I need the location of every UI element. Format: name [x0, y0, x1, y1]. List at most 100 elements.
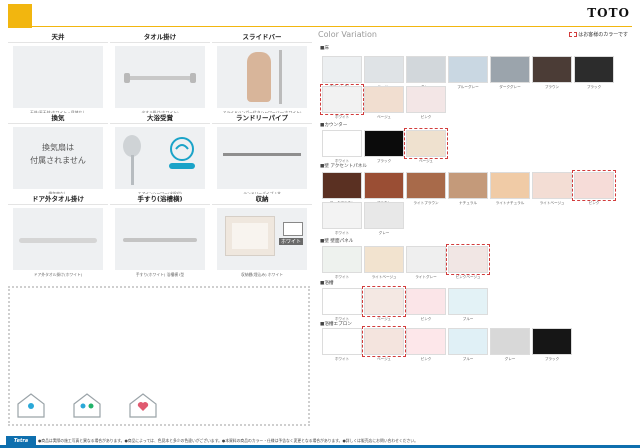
option-card-laundry: ランドリーパイプ ランドリーパイプ 1本 — [212, 113, 312, 197]
fan-text-line1: 換気扇は — [42, 143, 74, 152]
color-swatch[interactable]: ピンク — [406, 328, 446, 362]
swatch-name: グレー — [378, 231, 390, 235]
color-swatch[interactable]: ピンクベージュ — [446, 244, 490, 280]
swatch-chip — [322, 172, 362, 199]
color-swatch[interactable]: ピンク — [406, 86, 446, 120]
accent-square — [8, 4, 32, 28]
color-swatch[interactable]: ピンク — [406, 288, 446, 322]
color-swatch[interactable]: ホワイト — [322, 288, 362, 322]
color-swatch[interactable]: ブラック — [532, 328, 572, 362]
swatch-chip — [364, 130, 404, 157]
swatch-chip — [572, 170, 616, 201]
color-swatch[interactable]: ホワイトグレー — [322, 56, 362, 90]
swatch-chip — [320, 84, 364, 115]
swatch-chip — [406, 288, 446, 315]
option-card-ventilation: 換気 換気扇は付属されません 換気扇なし — [8, 113, 108, 197]
swatch-chip — [490, 56, 530, 83]
eco-shower-logo-icon — [169, 137, 195, 169]
swatch-chip — [404, 128, 448, 159]
color-swatch[interactable]: ダークグレー — [490, 56, 530, 90]
header-rule — [32, 26, 632, 27]
swatch-name: ホワイト — [334, 231, 350, 235]
laundry-pipe-photo — [217, 127, 307, 189]
memo-area — [8, 286, 310, 426]
swatch-chip — [532, 172, 572, 199]
option-card-door-towel: ドア外タオル掛け ドア外タオル掛け(ホワイト) — [8, 194, 108, 278]
color-swatch[interactable]: ライトグレー — [406, 246, 446, 280]
fan-text-line2: 付属されません — [30, 156, 86, 165]
color-variation-note: はお客様のカラーです — [569, 31, 628, 38]
color-swatch[interactable]: ブラック — [574, 56, 614, 90]
color-swatch[interactable]: ナチュラル — [448, 172, 488, 206]
color-swatch[interactable]: ベージュ — [362, 286, 406, 322]
swatch-name: ベージュ — [376, 317, 392, 321]
color-swatch[interactable]: ベージュ — [404, 128, 448, 164]
color-swatch[interactable]: ライトベージュ — [364, 246, 404, 280]
swatch-name: ピンク — [420, 115, 432, 119]
swatch-section-label: ■壁 壁面パネル — [320, 239, 354, 244]
swatch-section-label: ■カウンター — [320, 123, 348, 128]
swatch-chip — [406, 328, 446, 355]
color-swatch[interactable]: ホワイト — [322, 202, 362, 236]
swatch-chip — [406, 86, 446, 113]
color-swatch[interactable]: ブルー — [448, 328, 488, 362]
color-swatch[interactable]: ダークブラウン — [322, 172, 362, 206]
storage-swatch-label: ホワイト — [279, 238, 304, 245]
option-title: 収納 — [212, 194, 312, 205]
ceiling-photo — [13, 46, 103, 108]
swatch-name: ベージュ — [376, 115, 392, 119]
option-title: 大浴受賞 — [110, 113, 210, 124]
swatch-name: ホワイト — [334, 357, 350, 361]
swatch-chip — [364, 202, 404, 229]
color-swatch[interactable]: ホワイト — [322, 328, 362, 362]
color-swatch[interactable]: ライトベージュ — [532, 172, 572, 206]
swatch-name: ライトベージュ — [371, 275, 397, 279]
swatch-chip — [490, 328, 530, 355]
swatch-chip — [364, 86, 404, 113]
color-swatch[interactable]: ベージュ — [362, 326, 406, 362]
swatch-name: ライトブラウン — [413, 201, 439, 205]
color-swatch[interactable]: ホワイト — [322, 130, 362, 164]
swatch-name: ピンク — [588, 201, 600, 205]
color-variation-title: Color Variation — [318, 30, 377, 39]
swatch-name: ブラック — [544, 357, 560, 361]
swatch-name: ピンクベージュ — [455, 275, 481, 279]
color-swatch[interactable]: ブラウン — [364, 172, 404, 206]
color-swatch[interactable]: ピンク — [572, 170, 616, 206]
swatch-chip — [362, 286, 406, 317]
swatch-name: ブルー — [462, 357, 474, 361]
color-swatch[interactable]: グレー — [364, 202, 404, 236]
swatch-chip — [448, 56, 488, 83]
door-towel-photo — [13, 208, 103, 270]
swatch-chip — [448, 288, 488, 315]
color-swatch[interactable]: ブラウン — [532, 56, 572, 90]
color-swatch[interactable]: ライトブラウン — [406, 172, 446, 206]
swatch-chip — [406, 172, 446, 199]
color-swatch[interactable]: グレー — [406, 56, 446, 90]
swatch-section-label: ■壁 アクセントパネル — [320, 164, 367, 169]
option-caption: ドア外タオル掛け(ホワイト) — [33, 272, 83, 277]
swatch-name: ベージュ — [376, 357, 392, 361]
swatch-name: ピンク — [420, 317, 432, 321]
option-title: タオル掛け — [110, 32, 210, 43]
color-swatch[interactable]: ブラック — [364, 130, 404, 164]
swatch-name: ブルーグレー — [457, 85, 479, 89]
option-title: ドア外タオル掛け — [8, 194, 108, 205]
color-swatch[interactable]: ホワイト — [322, 246, 362, 280]
swatch-name: ライトナチュラル — [495, 201, 525, 205]
color-swatch[interactable]: ホワイト — [320, 84, 364, 120]
swatch-name: ホワイト — [334, 115, 350, 119]
color-swatch[interactable]: ライトナチュラル — [490, 172, 530, 206]
swatch-section-label: ■床 — [320, 46, 329, 51]
color-swatch[interactable]: ブルー — [448, 288, 488, 322]
swatch-chip — [574, 56, 614, 83]
shower-photo — [115, 127, 205, 189]
color-swatch[interactable]: グレー — [490, 328, 530, 362]
swatch-name: ダークグレー — [499, 85, 521, 89]
color-swatch[interactable]: ベージュ — [364, 56, 404, 90]
swatch-chip — [322, 202, 362, 229]
swatch-name: ブラック — [376, 159, 392, 163]
color-swatch[interactable]: ブルーグレー — [448, 56, 488, 90]
swatch-chip — [322, 130, 362, 157]
color-swatch[interactable]: ベージュ — [364, 86, 404, 120]
